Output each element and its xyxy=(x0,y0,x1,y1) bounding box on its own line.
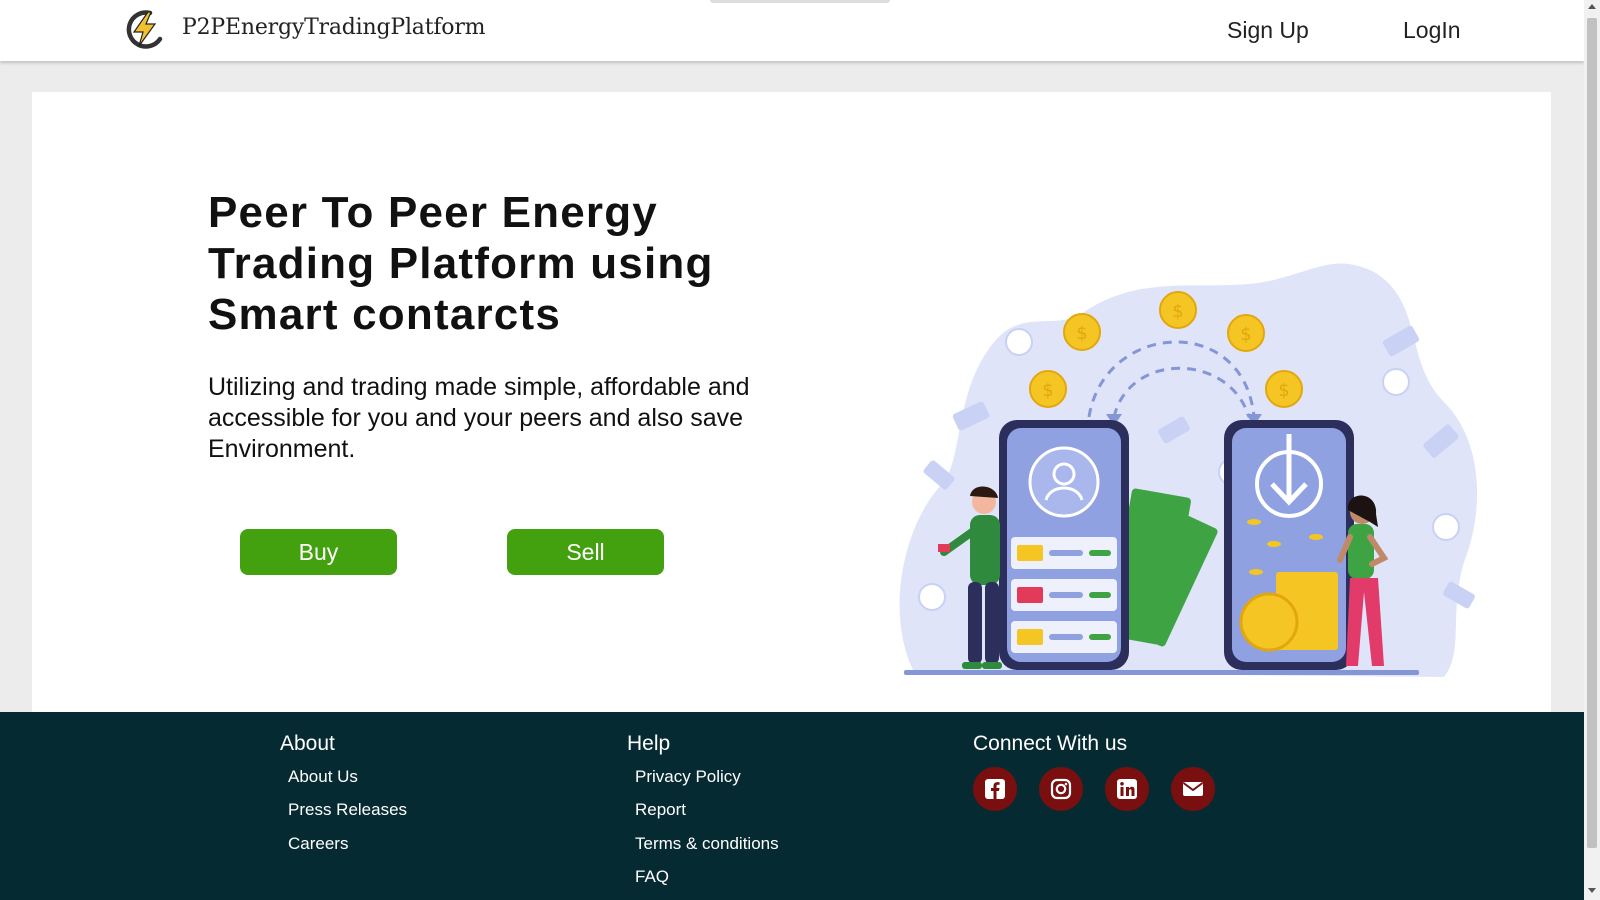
footer-help-heading: Help xyxy=(627,732,671,755)
page-scrollbar[interactable] xyxy=(1584,0,1600,900)
hero-subtitle: Utilizing and trading made simple, affor… xyxy=(208,373,750,463)
linkedin-icon[interactable] xyxy=(1105,767,1149,811)
footer-connect-heading: Connect With us xyxy=(973,732,1128,755)
report-link[interactable]: Report xyxy=(635,800,779,833)
svg-text:$: $ xyxy=(1278,380,1289,401)
terms-link[interactable]: Terms & conditions xyxy=(635,834,779,867)
svg-text:$: $ xyxy=(1042,380,1053,401)
trading-illustration: $ $ $ $ $ xyxy=(899,263,1478,677)
footer-about-heading: About xyxy=(280,732,335,755)
email-icon[interactable] xyxy=(1171,767,1215,811)
scrollbar-thumb[interactable] xyxy=(1587,18,1597,848)
instagram-icon[interactable] xyxy=(1039,767,1083,811)
faq-link[interactable]: FAQ xyxy=(635,867,779,900)
careers-link[interactable]: Careers xyxy=(288,834,407,867)
svg-text:$: $ xyxy=(1240,324,1251,345)
footer-about-column: About About Us Press Releases Careers xyxy=(280,732,407,867)
svg-text:$: $ xyxy=(1172,301,1183,322)
hero-section: Peer To Peer Energy Trading Platform usi… xyxy=(32,92,1551,712)
top-navbar: P2PEnergyTradingPlatform Sign Up LogIn xyxy=(0,0,1584,61)
svg-text:$: $ xyxy=(1076,323,1087,344)
footer-connect-column: Connect With us xyxy=(973,732,1215,811)
login-link[interactable]: LogIn xyxy=(1403,17,1461,44)
facebook-icon[interactable] xyxy=(973,767,1017,811)
scroll-down-arrow-icon[interactable] xyxy=(1588,888,1596,893)
top-tab-indicator xyxy=(710,0,890,3)
buy-button[interactable]: Buy xyxy=(240,529,397,575)
hero-title: Peer To Peer Energy Trading Platform usi… xyxy=(208,188,714,339)
footer-help-column: Help Privacy Policy Report Terms & condi… xyxy=(627,732,779,900)
scroll-up-arrow-icon[interactable] xyxy=(1588,4,1596,9)
brand-name[interactable]: P2PEnergyTradingPlatform xyxy=(182,15,486,40)
press-releases-link[interactable]: Press Releases xyxy=(288,800,407,833)
about-us-link[interactable]: About Us xyxy=(288,767,407,800)
site-footer: About About Us Press Releases Careers He… xyxy=(0,712,1584,900)
lightning-logo-icon[interactable] xyxy=(124,9,166,49)
sell-button[interactable]: Sell xyxy=(507,529,664,575)
signup-link[interactable]: Sign Up xyxy=(1227,17,1309,44)
privacy-policy-link[interactable]: Privacy Policy xyxy=(635,767,779,800)
